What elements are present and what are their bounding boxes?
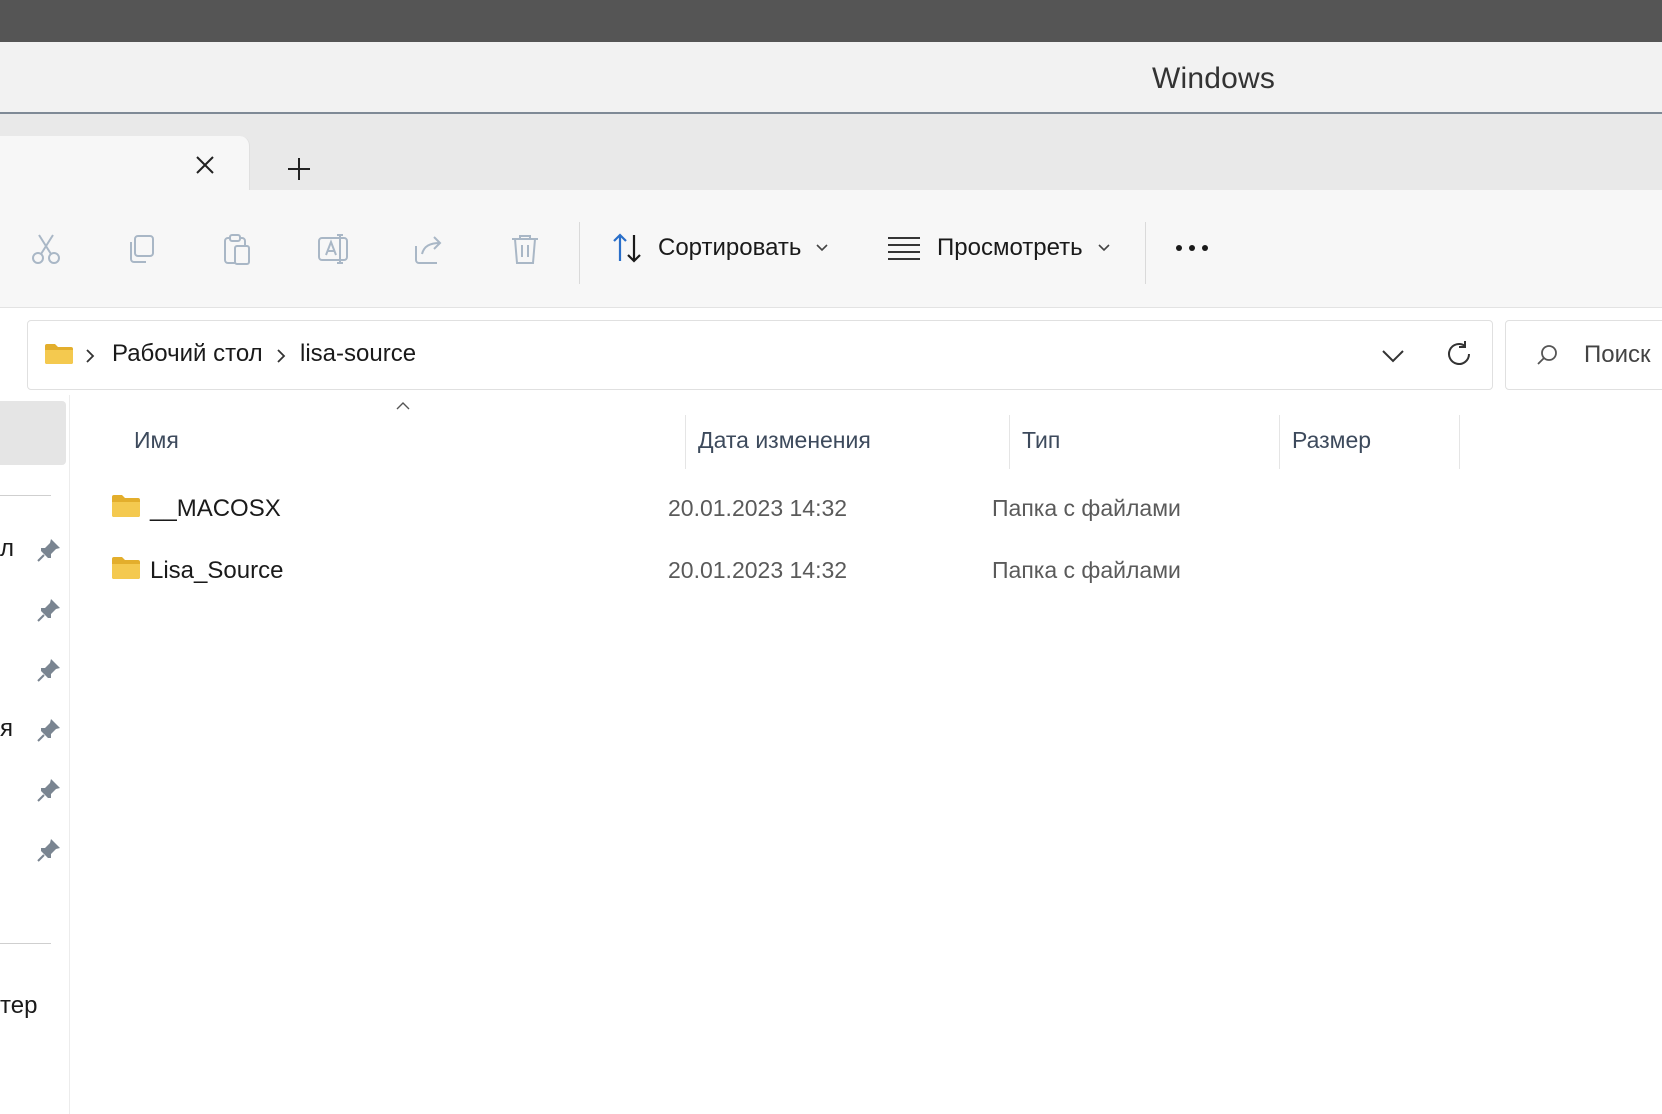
nav-divider bbox=[0, 943, 51, 944]
file-name: __MACOSX bbox=[150, 495, 281, 522]
column-header-size-label: Размер bbox=[1292, 427, 1372, 453]
sort-button-label: Сортировать bbox=[658, 234, 802, 261]
paste-icon[interactable] bbox=[220, 232, 254, 266]
quick-access-item[interactable]: я bbox=[0, 705, 66, 755]
nav-divider bbox=[0, 495, 51, 496]
refresh-icon[interactable] bbox=[1444, 339, 1474, 369]
quick-access-item-label: л bbox=[0, 535, 15, 562]
column-header-date[interactable]: Дата изменения bbox=[686, 415, 992, 469]
cut-icon[interactable] bbox=[29, 232, 63, 266]
file-type: Папка с файлами bbox=[992, 495, 1181, 521]
navigation-pane: л я тер bbox=[0, 395, 70, 1114]
chevron-right-icon bbox=[277, 349, 286, 363]
chevron-down-icon[interactable] bbox=[1378, 343, 1408, 369]
pin-icon bbox=[37, 779, 60, 802]
chevron-down-icon bbox=[1098, 244, 1110, 252]
file-date: 20.01.2023 14:32 bbox=[668, 495, 848, 521]
nav-item-selected[interactable] bbox=[0, 401, 66, 465]
quick-access-item-label: я bbox=[0, 715, 13, 742]
chevron-down-icon bbox=[816, 244, 828, 252]
view-button-label: Просмотреть bbox=[937, 234, 1083, 261]
column-header-name[interactable]: Имя bbox=[122, 415, 678, 469]
pin-icon bbox=[37, 599, 60, 622]
folder-icon bbox=[112, 557, 140, 579]
search-icon bbox=[1537, 345, 1557, 365]
folder-icon bbox=[112, 495, 140, 517]
list-view-icon bbox=[888, 237, 920, 260]
quick-access-item[interactable] bbox=[0, 765, 66, 815]
search-box[interactable] bbox=[1505, 320, 1662, 390]
column-header-type[interactable]: Тип bbox=[1010, 415, 1280, 469]
search-input[interactable] bbox=[1584, 337, 1662, 373]
file-row[interactable]: Lisa_Source 20.01.2023 14:32 Папка с фай… bbox=[100, 542, 1520, 600]
toolbar-separator bbox=[1145, 222, 1146, 284]
pin-icon bbox=[37, 539, 60, 562]
nav-item-computer[interactable]: тер bbox=[0, 992, 37, 1020]
folder-icon bbox=[45, 344, 73, 364]
column-header-date-label: Дата изменения bbox=[698, 427, 871, 453]
file-row[interactable]: __MACOSX 20.01.2023 14:32 Папка с файлам… bbox=[100, 480, 1520, 538]
column-header-type-label: Тип bbox=[1022, 427, 1061, 453]
breadcrumb-lisa-source[interactable]: lisa-source bbox=[300, 340, 416, 368]
view-button[interactable]: Просмотреть bbox=[887, 228, 1111, 268]
quick-access-item[interactable] bbox=[0, 585, 66, 635]
chevron-right-icon bbox=[86, 349, 95, 363]
pin-icon bbox=[37, 839, 60, 862]
close-tab-icon[interactable] bbox=[192, 152, 218, 178]
window-titlebar: Windows bbox=[0, 42, 1662, 114]
breadcrumb-desktop[interactable]: Рабочий стол bbox=[112, 340, 263, 368]
copy-icon[interactable] bbox=[124, 232, 158, 266]
command-bar: Сортировать Просмотреть bbox=[0, 190, 1662, 308]
file-name: Lisa_Source bbox=[150, 557, 284, 584]
tab-current[interactable] bbox=[0, 136, 250, 192]
quick-access-item[interactable]: л bbox=[0, 525, 66, 575]
pin-icon bbox=[37, 659, 60, 682]
sort-button[interactable]: Сортировать bbox=[610, 228, 829, 268]
more-options-icon[interactable] bbox=[1170, 238, 1214, 258]
column-header-size[interactable]: Размер bbox=[1280, 415, 1460, 469]
quick-access-item[interactable] bbox=[0, 645, 66, 695]
delete-icon[interactable] bbox=[508, 232, 542, 266]
sort-icon bbox=[613, 233, 641, 263]
file-date: 20.01.2023 14:32 bbox=[668, 557, 848, 583]
tab-strip bbox=[0, 114, 1662, 192]
new-tab-icon[interactable] bbox=[284, 154, 314, 184]
rename-icon[interactable] bbox=[316, 232, 350, 266]
address-bar[interactable]: Рабочий стол lisa-source bbox=[27, 320, 1493, 390]
window-title: Windows bbox=[1152, 62, 1276, 95]
quick-access-item[interactable] bbox=[0, 825, 66, 875]
share-icon[interactable] bbox=[412, 232, 446, 266]
column-separator bbox=[1459, 415, 1460, 469]
file-type: Папка с файлами bbox=[992, 557, 1181, 583]
host-menu-bar bbox=[0, 0, 1662, 42]
column-header-name-label: Имя bbox=[134, 427, 179, 453]
toolbar-separator bbox=[579, 222, 580, 284]
sort-ascending-icon bbox=[396, 402, 410, 410]
pin-icon bbox=[37, 719, 60, 742]
file-list: Имя Дата изменения Тип Размер __MACOSX 2… bbox=[70, 395, 1662, 1114]
